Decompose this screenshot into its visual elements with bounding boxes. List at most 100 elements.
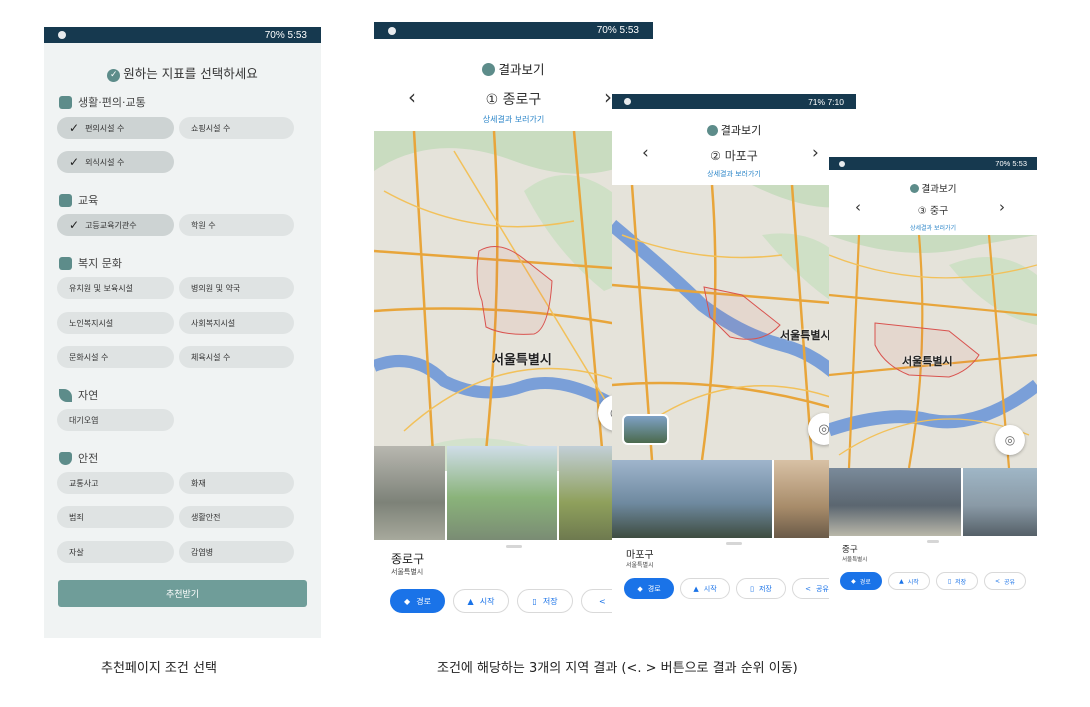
status-time: 70% 5:53	[995, 159, 1027, 168]
map-city-label: 서울특별시	[780, 329, 831, 342]
place-sheet: 중구 서울특별시 ◆ 경로 ▲ 시작 ▯ 저장 < 공유	[829, 536, 1037, 619]
photo-thumb[interactable]	[829, 468, 961, 536]
map-city-label: 서울특별시	[902, 355, 953, 368]
result-screen-2: 71% 7:10 결과보기 ‹ ② 마포구 › 상세결과 보러가기 서울특별시 …	[612, 94, 856, 634]
result-icon	[909, 184, 919, 193]
page-title: ✓ 원하는 지표를 선택하세요	[44, 63, 321, 82]
photo-thumb[interactable]	[963, 468, 1037, 536]
detail-link[interactable]: 상세결과 보러가기	[612, 169, 856, 179]
bookmark-icon: ▯	[947, 577, 952, 585]
photo-strip[interactable]	[829, 468, 1037, 536]
caption-left: 추천페이지 조건 선택	[101, 661, 217, 676]
start-button[interactable]: ▲ 시작	[453, 589, 509, 613]
pill-suicide[interactable]: 자살	[57, 541, 174, 563]
photo-thumb[interactable]	[446, 446, 558, 540]
directions-button[interactable]: ◆ 경로	[390, 589, 445, 613]
directions-icon: ◆	[404, 596, 411, 606]
photo-thumb[interactable]	[612, 460, 772, 538]
result-title: 결과보기	[829, 181, 1037, 195]
section-welfare: 복지 문화	[59, 255, 122, 271]
save-button[interactable]: ▯ 저장	[736, 578, 786, 599]
pill-air-pollution[interactable]: 대기오염	[57, 409, 174, 431]
navigation-icon: ▲	[467, 596, 474, 606]
result-icon	[482, 63, 496, 76]
save-button[interactable]: ▯ 저장	[517, 589, 573, 613]
start-button[interactable]: ▲ 시작	[888, 572, 930, 590]
status-time: 70% 5:53	[264, 29, 307, 41]
sheet-handle[interactable]	[726, 542, 742, 545]
section-safety: 안전	[59, 450, 98, 466]
photo-strip[interactable]	[612, 460, 856, 538]
place-sheet: 마포구 서울특별시 ◆ 경로 ▲ 시작 ▯ 저장 < 공유	[612, 538, 856, 634]
place-subtitle: 서울특별시	[842, 557, 868, 563]
pill-higher-education[interactable]: ✓ 고등교육기관수	[57, 214, 174, 236]
pill-hospital[interactable]: 병의원 및 약국	[179, 277, 294, 299]
pill-dining[interactable]: ✓ 외식시설 수	[57, 151, 174, 173]
notification-icon	[388, 26, 396, 35]
sheet-handle[interactable]	[505, 545, 522, 548]
pill-crime[interactable]: 범죄	[57, 506, 174, 528]
sheet-handle[interactable]	[927, 540, 939, 543]
next-button[interactable]: ›	[999, 198, 1005, 216]
pill-sports[interactable]: 체육시설 수	[179, 346, 294, 368]
caption-right: 조건에 해당하는 3개의 지역 결과 (<. > 버튼으로 결과 순위 이동)	[437, 661, 798, 676]
share-button[interactable]: < 공유	[984, 572, 1026, 590]
notification-icon	[624, 98, 631, 105]
notification-icon	[839, 160, 845, 167]
status-time: 71% 7:10	[808, 96, 844, 107]
start-button[interactable]: ▲ 시작	[680, 578, 730, 599]
status-bar: 70% 5:53	[374, 22, 653, 39]
map-view[interactable]: 서울특별시 ◎	[829, 235, 1037, 468]
navigation-icon: ▲	[693, 584, 699, 593]
bookmark-icon: ▯	[750, 584, 754, 593]
bus-icon	[59, 95, 72, 109]
check-icon: ✓	[69, 121, 80, 135]
map-view[interactable]: 서울특별시 ◎	[612, 185, 856, 460]
check-circle-icon: ✓	[107, 69, 121, 82]
result-screen-3: 70% 5:53 결과보기 ‹ ③ 중구 › 상세결과 보러가기 서울특별시 ◎…	[829, 157, 1037, 619]
school-icon	[59, 193, 72, 207]
my-location-icon[interactable]: ◎	[995, 425, 1025, 455]
place-name: 마포구	[626, 550, 654, 561]
next-button[interactable]: ›	[604, 85, 612, 109]
pill-convenience[interactable]: ✓ 편의시설 수	[57, 117, 174, 139]
pill-traffic-accident[interactable]: 교통사고	[57, 472, 174, 494]
result-icon	[706, 125, 718, 136]
check-icon: ✓	[69, 218, 80, 232]
submit-button[interactable]: 추천받기	[58, 580, 307, 607]
map-city-label: 서울특별시	[492, 353, 552, 368]
pill-social-welfare[interactable]: 사회복지시설	[179, 312, 294, 334]
pill-shopping[interactable]: 쇼핑시설 수	[179, 117, 294, 139]
result-header: 결과보기 ‹ ② 마포구 › 상세결과 보러가기	[612, 109, 856, 185]
condition-select-screen: 70% 5:53 ✓ 원하는 지표를 선택하세요 생활·편의·교통 ✓ 편의시설 수…	[44, 27, 321, 638]
directions-button[interactable]: ◆ 경로	[840, 572, 882, 590]
pill-living-safety[interactable]: 생활안전	[179, 506, 294, 528]
pill-elderly-welfare[interactable]: 노인복지시설	[57, 312, 174, 334]
result-title: 결과보기	[612, 122, 856, 138]
bookmark-icon: ▯	[532, 596, 537, 606]
pill-kindergarten[interactable]: 유치원 및 보육시설	[57, 277, 174, 299]
section-nature: 자연	[59, 387, 98, 403]
check-icon: ✓	[69, 155, 80, 169]
status-bar: 70% 5:53	[829, 157, 1037, 170]
district-title: ② 마포구	[710, 149, 758, 163]
leaf-icon	[59, 388, 72, 402]
pill-fire[interactable]: 화재	[179, 472, 294, 494]
save-button[interactable]: ▯ 저장	[936, 572, 978, 590]
next-button[interactable]: ›	[812, 143, 819, 163]
shield-icon	[59, 451, 72, 465]
photo-thumb[interactable]	[374, 446, 445, 540]
result-title: 결과보기	[374, 59, 653, 78]
layers-thumbnail[interactable]	[622, 414, 669, 445]
navigation-icon: ▲	[899, 577, 904, 585]
building-icon	[59, 256, 72, 270]
share-icon: <	[598, 596, 606, 606]
result-header: 결과보기 ‹ ③ 중구 › 상세결과 보러가기	[829, 170, 1037, 235]
directions-button[interactable]: ◆ 경로	[624, 578, 674, 599]
place-name: 중구	[842, 545, 858, 555]
pill-academy[interactable]: 학원 수	[179, 214, 294, 236]
detail-link[interactable]: 상세결과 보러가기	[829, 223, 1037, 232]
status-bar: 70% 5:53	[44, 27, 321, 43]
pill-infectious-disease[interactable]: 감염병	[179, 541, 294, 563]
pill-culture[interactable]: 문화시설 수	[57, 346, 174, 368]
